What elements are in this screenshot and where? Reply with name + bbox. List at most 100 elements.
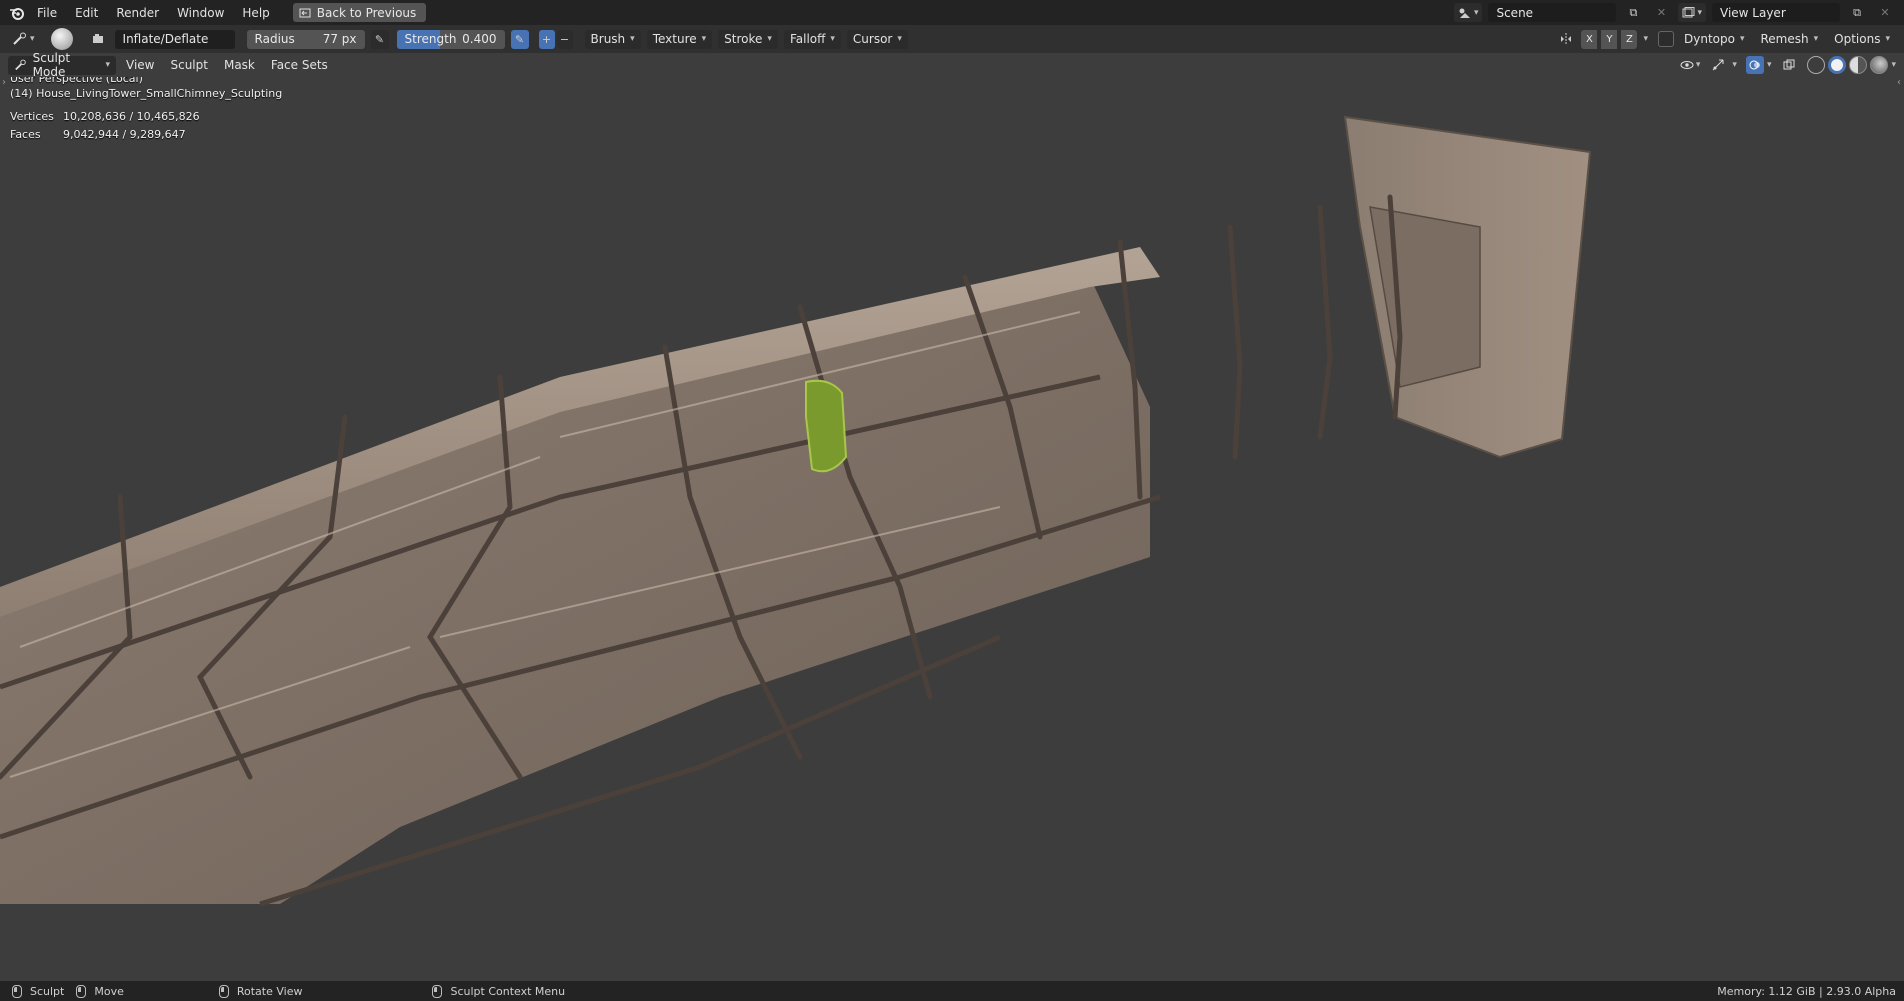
chevron-down-icon: ▾ (1473, 7, 1479, 18)
scene-selector[interactable]: ▾ (1453, 3, 1483, 22)
back-button-label: Back to Previous (316, 5, 417, 20)
editor-type-selector[interactable]: ▾ (8, 29, 39, 49)
new-scene-icon[interactable]: ⧉ (1622, 3, 1644, 22)
symmetry-icon[interactable] (1555, 30, 1577, 49)
middle-mouse-icon (218, 984, 229, 998)
chevron-down-icon: ▾ (105, 60, 110, 70)
status-bar: Sculpt Move Rotate View Sculpt Context M… (0, 981, 1904, 1001)
radius-pressure-icon[interactable]: ✎ (370, 29, 389, 49)
chevron-down-icon: ▾ (630, 34, 635, 44)
stroke-dropdown[interactable]: Stroke ▾ (718, 29, 778, 49)
chevron-down-icon: ▾ (1739, 34, 1745, 44)
eye-icon (1680, 61, 1694, 69)
view-layer-field[interactable]: View Layer (1712, 3, 1840, 22)
dyntopo-checkbox[interactable] (1658, 31, 1675, 47)
3d-viewport[interactable]: User Perspective (Local) (14) House_Livi… (0, 77, 1904, 981)
menu-view[interactable]: View (120, 56, 160, 75)
chevron-down-icon: ▾ (30, 34, 35, 44)
options-dropdown[interactable]: Options ▾ (1828, 29, 1896, 49)
strength-slider[interactable]: Strength 0.400 (396, 29, 505, 49)
chevron-down-icon: ▾ (1697, 7, 1702, 18)
collapse-sidebar-icon[interactable]: ‹ (1897, 77, 1901, 88)
chevron-down-icon: ▾ (767, 34, 772, 44)
brush-dropdown[interactable]: Brush ▾ (584, 29, 641, 49)
sculpted-brick-wall (0, 115, 1592, 907)
mode-selector[interactable]: Sculpt Mode ▾ (8, 51, 116, 79)
xray-icon[interactable] (1780, 56, 1798, 75)
view-layer-icon (1682, 6, 1695, 17)
perspective-label: User Perspective (Local) (10, 77, 143, 85)
status-context-label: Sculpt Context Menu (450, 984, 566, 998)
wireframe-shading-icon[interactable] (1807, 56, 1826, 74)
vertices-row: Vertices 10,208,636 / 10,465,826 (10, 107, 200, 125)
menu-render[interactable]: Render (107, 0, 168, 25)
symmetry-remesh-controls: X Y Z ▾ Dyntopo ▾ Remesh ▾ Options ▾ (1555, 25, 1896, 53)
mode-label: Sculpt Mode (32, 51, 71, 79)
menu-mask[interactable]: Mask (218, 56, 261, 75)
blender-logo-icon[interactable] (6, 2, 28, 24)
menu-sculpt[interactable]: Sculpt (164, 56, 213, 75)
cursor-dropdown-label: Cursor (852, 32, 893, 46)
direction-add-icon[interactable]: + (538, 29, 555, 49)
status-sculpt: Sculpt (12, 984, 65, 998)
symmetry-x-toggle[interactable]: X (1581, 29, 1598, 49)
scene-icon (1459, 8, 1470, 18)
left-mouse-icon (12, 984, 22, 998)
brush-preview-icon[interactable] (50, 28, 73, 50)
chevron-down-icon: ▾ (701, 34, 707, 44)
brush-name-field[interactable]: Inflate/Deflate (114, 29, 235, 49)
texture-dropdown-label: Texture (652, 32, 697, 46)
rendered-shading-icon[interactable] (1870, 56, 1889, 74)
solid-shading-icon[interactable] (1828, 56, 1847, 74)
status-rotate: Rotate View (218, 984, 302, 998)
stats-overlay: Vertices 10,208,636 / 10,465,826 Faces 9… (10, 107, 200, 143)
brush-datablock-icon[interactable] (87, 30, 109, 49)
radius-slider[interactable]: Radius 77 px (246, 29, 365, 49)
visibility-selector[interactable]: ▾ (1676, 56, 1705, 75)
material-shading-icon[interactable] (1849, 56, 1868, 74)
dyntopo-label: Dyntopo (1684, 32, 1735, 46)
dyntopo-dropdown[interactable]: Dyntopo ▾ (1678, 29, 1751, 49)
symmetry-z-toggle[interactable]: Z (1621, 29, 1638, 49)
remesh-dropdown[interactable]: Remesh ▾ (1754, 29, 1825, 49)
back-to-previous-button[interactable]: Back to Previous (292, 3, 427, 22)
menu-help[interactable]: Help (233, 0, 278, 25)
menu-file[interactable]: File (28, 0, 66, 25)
direction-subtract-icon[interactable]: − (556, 29, 573, 49)
status-move-label: Move (94, 984, 124, 998)
chevron-down-icon[interactable]: ▾ (1891, 60, 1896, 70)
right-mouse-icon (432, 984, 443, 998)
expand-toolbar-icon[interactable]: › (2, 77, 6, 88)
falloff-dropdown[interactable]: Falloff ▾ (783, 29, 841, 49)
close-view-layer-icon[interactable]: ✕ (1874, 3, 1896, 22)
status-context-menu: Sculpt Context Menu (432, 984, 566, 998)
sculpt-mode-icon (15, 59, 26, 71)
object-name-label: (14) House_LivingTower_SmallChimney_Scul… (10, 87, 283, 100)
menu-edit[interactable]: Edit (66, 0, 107, 25)
faces-label: Faces (10, 127, 41, 141)
new-view-layer-icon[interactable]: ⧉ (1846, 3, 1868, 22)
menu-face-sets[interactable]: Face Sets (265, 56, 334, 75)
overlays-icon[interactable] (1745, 56, 1764, 74)
top-menubar: File Edit Render Window Help Back to Pre… (0, 0, 1904, 25)
view-layer-selector[interactable]: ▾ (1678, 3, 1706, 22)
falloff-dropdown-label: Falloff (789, 32, 826, 46)
chevron-down-icon[interactable]: ▾ (1643, 34, 1648, 44)
strength-pressure-icon[interactable]: ✎ (510, 29, 529, 49)
chevron-down-icon: ▾ (1695, 60, 1701, 70)
viewport-shading-controls: ▾ ▾ ▾ ▾ (1676, 53, 1896, 77)
close-scene-icon[interactable]: ✕ (1650, 3, 1672, 22)
texture-dropdown[interactable]: Texture ▾ (646, 29, 713, 49)
strength-label: Strength (404, 32, 457, 46)
gizmo-icon[interactable] (1707, 56, 1729, 75)
chevron-down-icon[interactable]: ▾ (1767, 60, 1772, 70)
scene-name-field[interactable]: Scene (1488, 3, 1617, 22)
strength-value: 0.400 (462, 32, 497, 46)
stroke-dropdown-label: Stroke (724, 32, 763, 46)
status-sculpt-label: Sculpt (30, 984, 65, 998)
symmetry-y-toggle[interactable]: Y (1601, 29, 1618, 49)
scene-controls: ▾ Scene ⧉ ✕ ▾ View Layer ⧉ ✕ (1453, 0, 1904, 25)
cursor-dropdown[interactable]: Cursor ▾ (846, 29, 908, 49)
chevron-down-icon[interactable]: ▾ (1732, 60, 1737, 70)
menu-window[interactable]: Window (168, 0, 233, 25)
